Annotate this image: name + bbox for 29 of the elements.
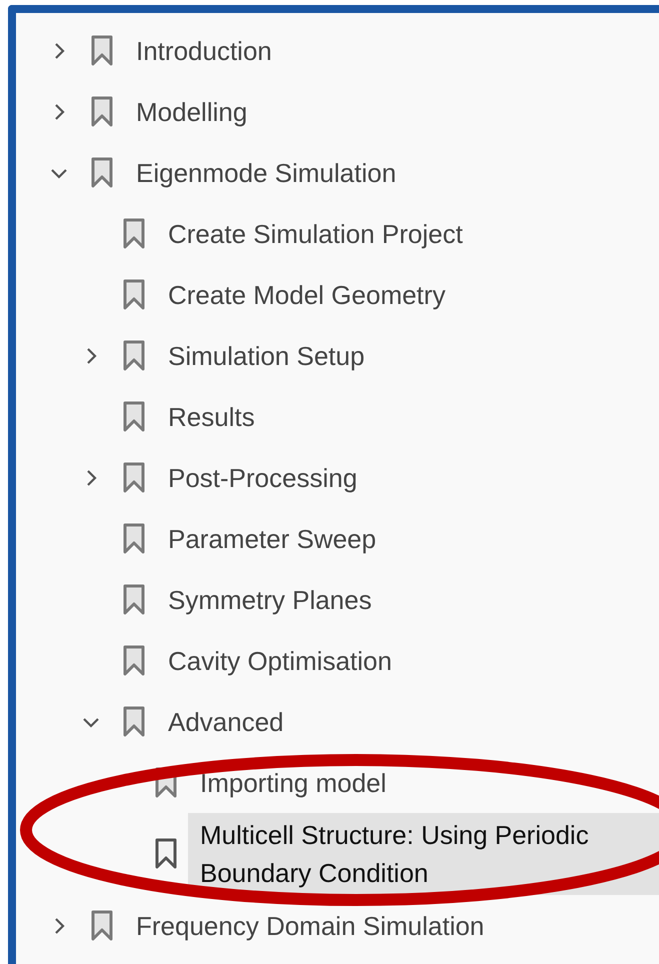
bookmark-icon (90, 96, 114, 128)
bookmark-item[interactable]: Symmetry Planes (156, 578, 659, 622)
bookmark-icon (122, 706, 146, 738)
bookmark-icon (90, 910, 114, 942)
bookmark-item[interactable]: Parameter Sweep (156, 516, 659, 560)
bookmark-icon (122, 278, 146, 310)
bookmark-icon (122, 218, 146, 250)
bookmark-item[interactable]: Modelling (124, 90, 659, 134)
bookmark-icon (122, 400, 146, 432)
bookmark-item[interactable]: Simulation Setup (156, 334, 659, 378)
bookmark-item[interactable]: Cavity Optimisation (156, 638, 659, 682)
bookmark-item[interactable]: Introduction (124, 28, 659, 72)
bookmark-item[interactable]: Advanced (156, 700, 659, 744)
bookmark-item[interactable]: Importing model (188, 760, 659, 804)
bookmark-item[interactable]: Eigenmode Simulation (124, 150, 659, 194)
bookmark-icon (122, 522, 146, 554)
bookmark-item[interactable]: Multicell Structure: Using Periodic Boundary Condition (188, 813, 659, 895)
bookmark-item[interactable]: Create Simulation Project (156, 212, 659, 256)
bookmark-item[interactable]: Post-Processing (156, 456, 659, 500)
bookmark-icon (90, 34, 114, 66)
bookmark-item[interactable]: Frequency Domain Simulation (124, 904, 659, 948)
bookmark-icon (122, 340, 146, 372)
bookmark-icon (154, 838, 178, 870)
bookmark-icon (122, 462, 146, 494)
bookmark-icon (90, 156, 114, 188)
bookmark-item[interactable]: Create Model Geometry (156, 272, 659, 316)
bookmark-icon (122, 584, 146, 616)
bookmark-item[interactable]: Results (156, 394, 659, 438)
bookmark-icon (122, 644, 146, 676)
